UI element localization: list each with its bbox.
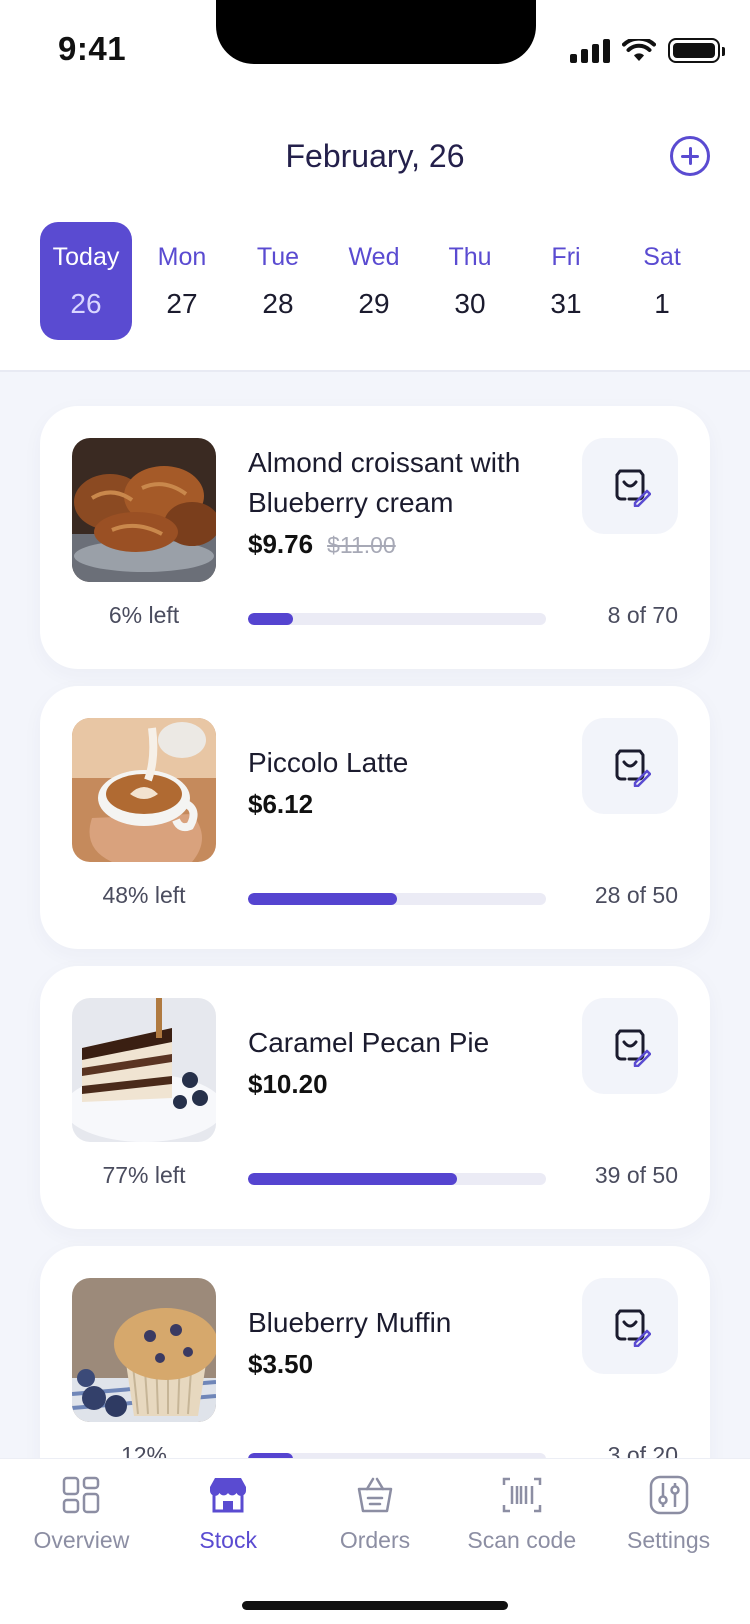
tab-label: Settings [627, 1527, 711, 1553]
device-notch [216, 0, 536, 64]
day-number: 26 [70, 287, 102, 319]
day-number: 31 [550, 287, 582, 319]
tab-label: Overview [33, 1527, 130, 1553]
stock-left-label: 77% left [102, 1162, 186, 1188]
product-card[interactable]: Caramel Pecan Pie $10.20 77% left 39 of … [40, 966, 710, 1229]
stock-progress-bar [248, 613, 546, 625]
tab-settings[interactable]: Settings [599, 1473, 739, 1554]
barcode-icon [502, 1477, 542, 1513]
stock-progress-fill [248, 1173, 457, 1185]
page-title: February, 26 [285, 138, 465, 174]
day-number: 27 [166, 287, 198, 319]
product-info: Almond croissant with Blueberry cream $9… [248, 406, 568, 596]
day-number: 30 [454, 287, 486, 319]
tab-orders[interactable]: Orders [305, 1473, 445, 1554]
edit-bag-button[interactable] [582, 438, 678, 534]
day-today[interactable]: Today 26 [40, 222, 132, 340]
sliders-icon [649, 1475, 688, 1515]
status-icons [570, 38, 725, 63]
product-card[interactable]: Piccolo Latte $6.12 48% left 28 of 50 [40, 686, 710, 949]
day-name: Tue [256, 242, 300, 271]
edit-bag-icon [615, 469, 651, 507]
stock-list: Almond croissant with Blueberry cream $9… [40, 406, 710, 1526]
tab-stock[interactable]: Stock [158, 1473, 298, 1554]
day-number: 29 [358, 287, 390, 319]
product-card[interactable]: Almond croissant with Blueberry cream $9… [40, 406, 710, 669]
stock-left-label: 6% left [108, 602, 180, 628]
day-mon[interactable]: Mon 27 [136, 222, 228, 340]
tab-overview[interactable]: Overview [11, 1473, 151, 1554]
tab-label: Orders [339, 1527, 411, 1553]
battery-icon [668, 38, 725, 63]
status-bar: 9:41 [0, 0, 750, 100]
product-info: Piccolo Latte $6.12 [248, 686, 568, 876]
day-name: Sat [643, 242, 681, 271]
cellular-signal-icon [570, 38, 610, 63]
add-icon[interactable] [670, 136, 710, 176]
stock-progress-fill [248, 613, 293, 625]
grid-icon [63, 1476, 100, 1514]
edit-bag-button[interactable] [582, 1278, 678, 1374]
tab-label: Scan code [467, 1527, 577, 1553]
tab-scan-code[interactable]: Scan code [452, 1473, 592, 1554]
pie-photo [72, 998, 216, 1142]
day-wed[interactable]: Wed 29 [328, 222, 420, 340]
edit-bag-button[interactable] [582, 718, 678, 814]
stock-left-label: 48% left [102, 882, 186, 908]
product-info: Blueberry Muffin $3.50 [248, 1246, 568, 1436]
latte-photo [72, 718, 216, 862]
stock-progress-bar [248, 1173, 546, 1185]
edit-bag-button[interactable] [582, 998, 678, 1094]
basket-icon [357, 1477, 393, 1513]
product-old-price: $11.00 [327, 531, 396, 558]
product-name: Blueberry Muffin [248, 1306, 452, 1338]
day-name: Mon [157, 242, 207, 271]
wifi-icon [622, 38, 656, 61]
product-price: $10.20 [248, 1068, 328, 1099]
stock-count: 8 of 70 [607, 602, 678, 628]
muffin-photo [72, 1278, 216, 1422]
home-indicator [242, 1601, 508, 1610]
date-header: February, 26 Today 26 Mon 27 Tue 28 Wed … [0, 100, 750, 372]
product-name: Piccolo Latte [248, 746, 409, 778]
bottom-tab-bar: Overview Stock Orders Scan code Settings [0, 1458, 750, 1624]
day-thu[interactable]: Thu 30 [424, 222, 516, 340]
day-fri[interactable]: Fri 31 [520, 222, 612, 340]
stock-count: 28 of 50 [594, 882, 678, 908]
edit-bag-icon [615, 1309, 651, 1347]
product-price: $6.12 [248, 788, 314, 819]
stock-progress-bar [248, 893, 546, 905]
product-info: Caramel Pecan Pie $10.20 [248, 966, 568, 1156]
product-name: Caramel Pecan Pie [248, 1026, 490, 1058]
product-price: $3.50 [248, 1348, 314, 1379]
croissant-photo [72, 438, 216, 582]
day-number: 1 [654, 287, 670, 319]
day-name: Fri [551, 242, 581, 271]
day-number: 28 [262, 287, 294, 319]
stock-progress-fill [248, 893, 397, 905]
day-name: Thu [448, 242, 492, 271]
store-icon [210, 1478, 247, 1513]
tab-label: Stock [199, 1527, 257, 1553]
product-name: Almond croissant with Blueberry cream [248, 446, 521, 518]
status-time: 9:41 [58, 30, 127, 67]
edit-bag-icon [615, 749, 651, 787]
day-name: Today [52, 242, 120, 271]
week-selector: Today 26 Mon 27 Tue 28 Wed 29 Thu 30 Fri… [40, 222, 708, 340]
day-sat[interactable]: Sat 1 [616, 222, 708, 340]
product-price: $9.76 [248, 528, 314, 559]
edit-bag-icon [615, 1029, 651, 1067]
stock-count: 39 of 50 [594, 1162, 678, 1188]
day-tue[interactable]: Tue 28 [232, 222, 324, 340]
day-name: Wed [348, 242, 400, 271]
